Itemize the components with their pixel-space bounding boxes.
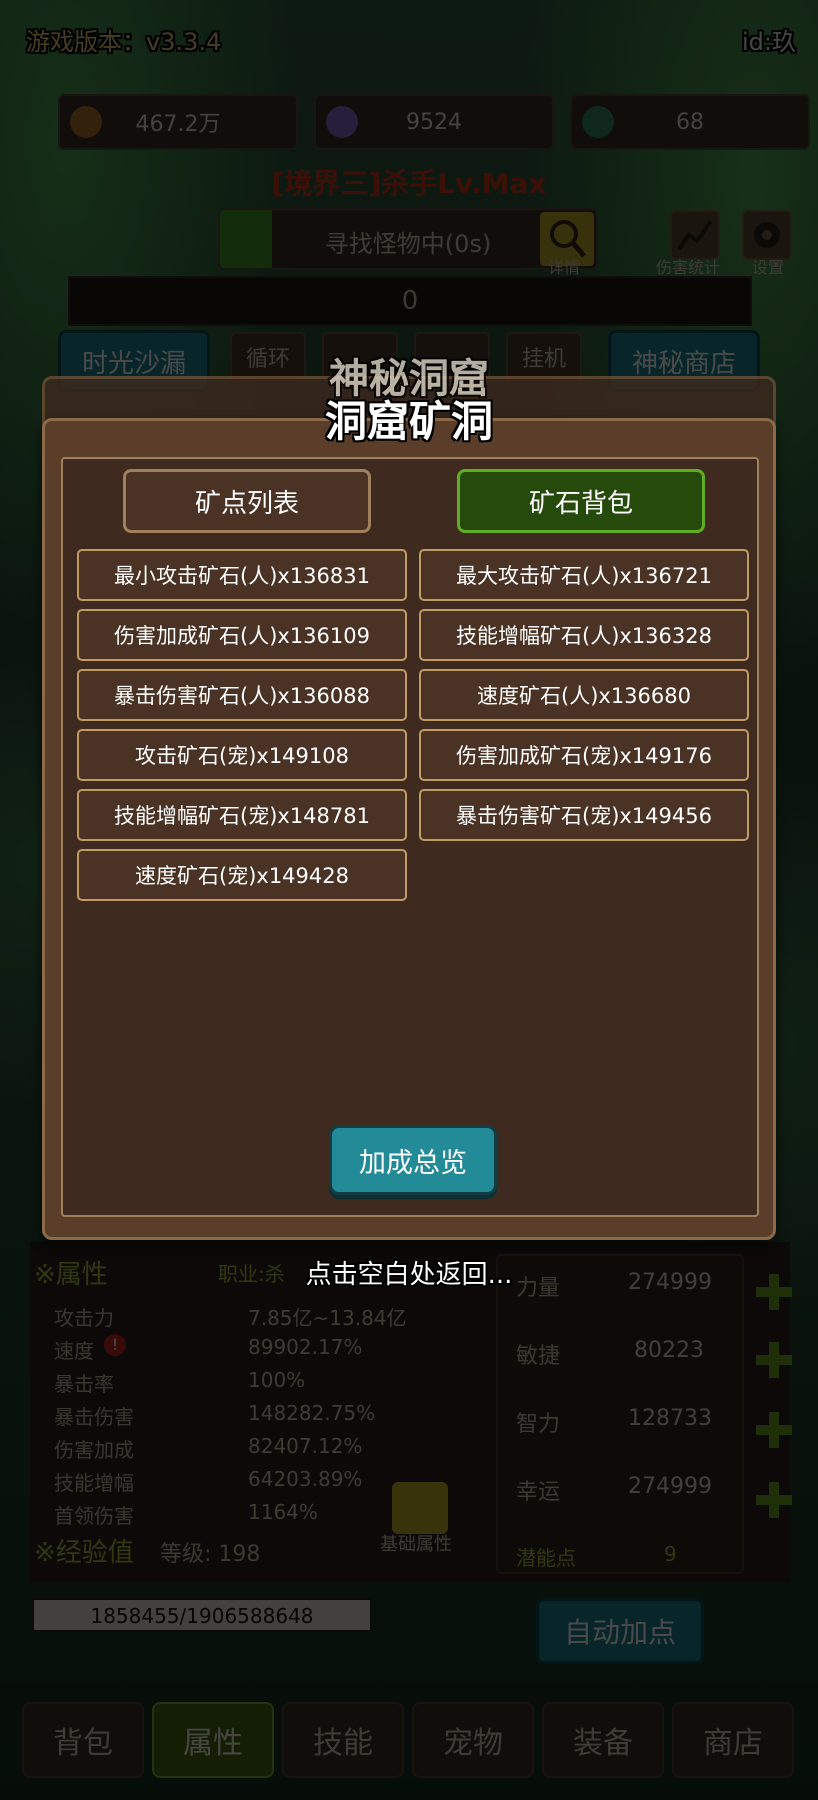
ore-item[interactable]: 暴击伤害矿石(宠)x149456 <box>419 789 749 841</box>
ore-item[interactable]: 最小攻击矿石(人)x136831 <box>77 549 407 601</box>
ore-item[interactable]: 技能增幅矿石(人)x136328 <box>419 609 749 661</box>
cave-mine-modal: 矿点列表 矿石背包 最小攻击矿石(人)x136831 最大攻击矿石(人)x136… <box>42 418 776 1240</box>
return-hint[interactable]: 点击空白处返回... <box>0 1254 818 1291</box>
ore-item[interactable]: 速度矿石(宠)x149428 <box>77 849 407 901</box>
ore-item[interactable]: 最大攻击矿石(人)x136721 <box>419 549 749 601</box>
tab-ore-list[interactable]: 矿点列表 <box>123 469 371 533</box>
bonus-overview-button[interactable]: 加成总览 <box>329 1125 497 1195</box>
modal-title: 洞窟矿洞 <box>324 397 493 446</box>
ore-item[interactable]: 技能增幅矿石(宠)x148781 <box>77 789 407 841</box>
ore-item[interactable]: 速度矿石(人)x136680 <box>419 669 749 721</box>
ore-item[interactable]: 伤害加成矿石(宠)x149176 <box>419 729 749 781</box>
ore-item[interactable]: 伤害加成矿石(人)x136109 <box>77 609 407 661</box>
modal-content: 矿点列表 矿石背包 最小攻击矿石(人)x136831 最大攻击矿石(人)x136… <box>61 457 759 1217</box>
ore-item[interactable]: 攻击矿石(宠)x149108 <box>77 729 407 781</box>
ore-item[interactable]: 暴击伤害矿石(人)x136088 <box>77 669 407 721</box>
tab-ore-bag[interactable]: 矿石背包 <box>457 469 705 533</box>
